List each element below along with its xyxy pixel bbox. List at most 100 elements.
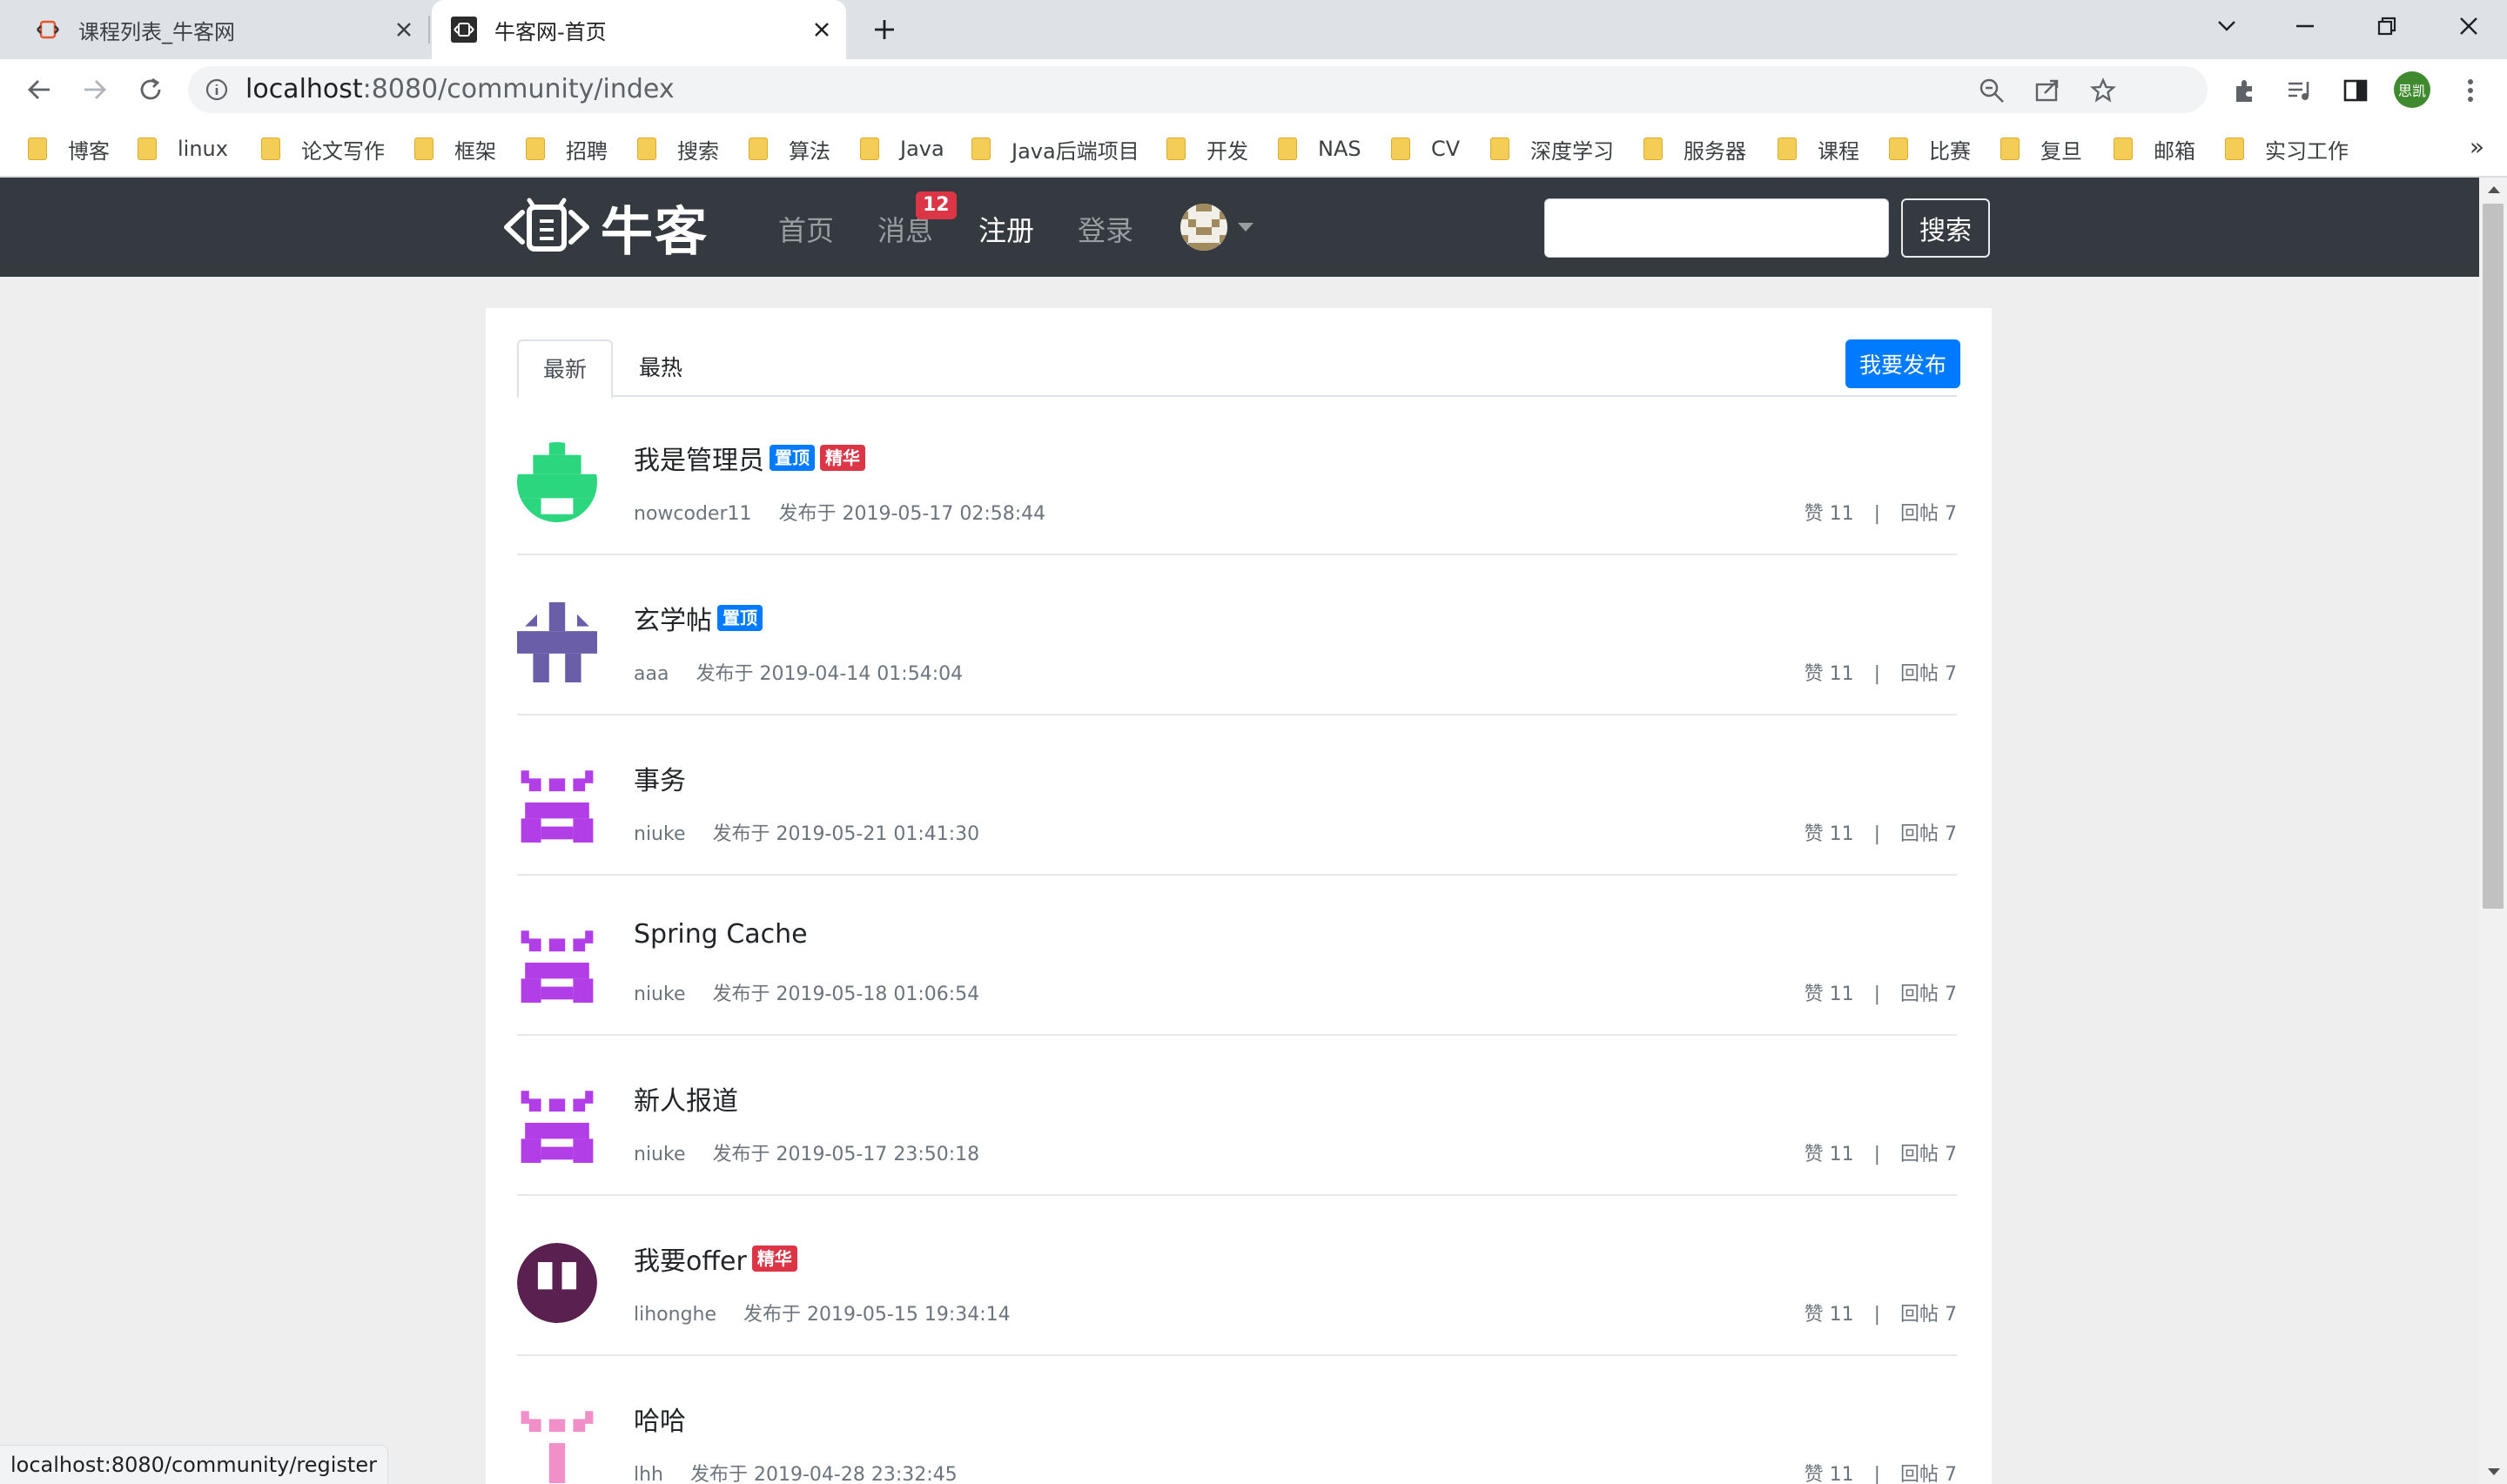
like-count: 赞 11 [1804,503,1854,525]
scrollbar-thumb[interactable] [2483,204,2504,909]
bookmark-folder[interactable]: 服务器 [1643,131,1746,167]
post-author-avatar[interactable] [517,1083,597,1163]
post-author-avatar[interactable] [517,442,597,522]
bookmark-folder[interactable]: 算法 [749,131,830,167]
tab-hottest[interactable]: 最热 [615,339,707,399]
forward-icon[interactable] [75,70,115,110]
bookmark-star-icon[interactable] [2087,75,2119,106]
user-dropdown-caret-icon[interactable] [1238,223,1254,232]
nav-login-link[interactable]: 登录 [1078,209,1133,249]
address-bar[interactable]: localhost:8080/community/index [188,66,2208,113]
bookmark-label: 实习工作 [2265,138,2349,164]
post-title[interactable]: 我是管理员 置顶 精华 [634,439,865,477]
site-search-button[interactable]: 搜索 [1901,198,1990,258]
bookmark-label: 搜索 [677,138,719,164]
post-title-text[interactable]: Spring Cache [634,919,808,950]
stats-separator: | [1873,1464,1880,1484]
bookmark-folder[interactable]: 课程 [1778,131,1859,167]
profile-avatar[interactable]: 思凯 [2394,71,2430,108]
bookmark-folder[interactable]: 复旦 [2000,131,2082,167]
bookmarks-bar: 博客 linux 论文写作 框架 招聘 搜索 算法 Java Java后端项目 … [0,120,2507,178]
scroll-up-arrow-icon[interactable] [2488,186,2500,193]
post-title[interactable]: 新人报道 [634,1079,738,1118]
folder-icon [971,138,991,160]
stats-separator: | [1873,663,1880,685]
post-title[interactable]: 玄学帖 置顶 [634,599,763,637]
scroll-down-arrow-icon[interactable] [2488,1468,2500,1475]
post-meta: aaa 发布于 2019-04-14 01:54:04 [634,658,963,686]
close-tab-icon[interactable] [804,12,839,47]
site-info-icon[interactable] [204,77,230,103]
bookmark-folder[interactable]: 框架 [414,131,496,167]
bookmark-folder[interactable]: 比赛 [1889,131,1971,167]
bookmark-folder[interactable]: 招聘 [526,131,608,167]
back-icon[interactable] [19,70,59,110]
bookmarks-overflow-button[interactable]: » [2470,132,2484,161]
nav-home-link[interactable]: 首页 [778,209,834,249]
bookmark-folder[interactable]: 论文写作 [261,131,385,167]
like-count: 赞 11 [1804,823,1854,845]
folder-icon [414,138,434,160]
folder-icon [749,138,768,160]
tab-title: 牛客网-首页 [494,19,607,44]
post-title[interactable]: 哈哈 [634,1400,686,1438]
post-title-text[interactable]: 我是管理员 [634,439,764,477]
folder-icon [1490,138,1509,160]
bookmark-folder[interactable]: 深度学习 [1490,131,1614,167]
site-search-input[interactable] [1544,198,1889,258]
folder-icon [138,138,157,160]
site-logo[interactable]: 牛客 [503,197,709,263]
bookmark-folder[interactable]: linux [138,131,228,167]
bookmark-label: 算法 [789,138,830,164]
post-author-avatar[interactable] [517,1403,597,1483]
bookmark-folder[interactable]: 搜索 [637,131,719,167]
restore-window-icon[interactable] [2361,5,2413,47]
bookmark-folder[interactable]: 邮箱 [2114,131,2195,167]
side-panel-icon[interactable] [2338,73,2373,108]
post-title-text[interactable]: 新人报道 [634,1079,738,1118]
folder-icon [2000,138,2020,160]
post-title-text[interactable]: 事务 [634,759,686,797]
bookmark-folder[interactable]: 博客 [28,131,110,167]
post-author-avatar[interactable] [517,762,597,843]
post-title-text[interactable]: 我要offer [634,1239,747,1278]
post-title[interactable]: Spring Cache [634,919,808,950]
publish-post-button[interactable]: 我要发布 [1845,339,1960,388]
media-control-icon[interactable] [2282,73,2317,108]
bookmark-folder[interactable]: CV [1391,131,1460,167]
bookmark-folder[interactable]: Java后端项目 [971,131,1139,167]
bookmark-folder[interactable]: NAS [1278,131,1361,167]
stats-separator: | [1873,984,1880,1005]
zoom-icon[interactable] [1976,75,2007,106]
bookmark-label: 框架 [454,138,496,164]
nav-register-link[interactable]: 注册 [978,209,1034,249]
tab-search-icon[interactable] [2201,5,2253,47]
reload-icon[interactable] [131,70,171,110]
menu-kebab-icon[interactable] [2453,73,2488,108]
post-author-avatar[interactable] [517,923,597,1003]
share-icon[interactable] [2032,75,2063,106]
post-title-text[interactable]: 玄学帖 [634,599,712,637]
link-status-bubble: localhost:8080/community/register [0,1445,388,1484]
bookmark-folder[interactable]: 实习工作 [2225,131,2349,167]
minimize-window-icon[interactable] [2279,5,2331,47]
close-tab-icon[interactable] [386,12,421,47]
tab-latest[interactable]: 最新 [517,339,614,399]
post-title-text[interactable]: 哈哈 [634,1400,686,1438]
reply-count: 回帖 7 [1900,984,1957,1005]
post-title[interactable]: 我要offer 精华 [634,1239,797,1278]
browser-tab-course-list[interactable]: 课程列表_牛客网 [0,0,428,59]
post-author-avatar[interactable] [517,602,597,682]
user-avatar[interactable] [1180,204,1227,251]
bookmark-folder[interactable]: 开发 [1166,131,1248,167]
extensions-icon[interactable] [2227,73,2262,108]
reply-count: 回帖 7 [1900,663,1957,685]
post-author-avatar[interactable] [517,1243,597,1323]
close-window-icon[interactable] [2443,5,2495,47]
bookmark-label: NAS [1318,137,1361,161]
bookmark-folder[interactable]: Java [860,131,944,167]
post-title[interactable]: 事务 [634,759,686,797]
browser-tab-home[interactable]: 牛客网-首页 [432,0,846,59]
new-tab-button[interactable] [865,10,904,49]
page-scrollbar[interactable] [2479,178,2507,1484]
